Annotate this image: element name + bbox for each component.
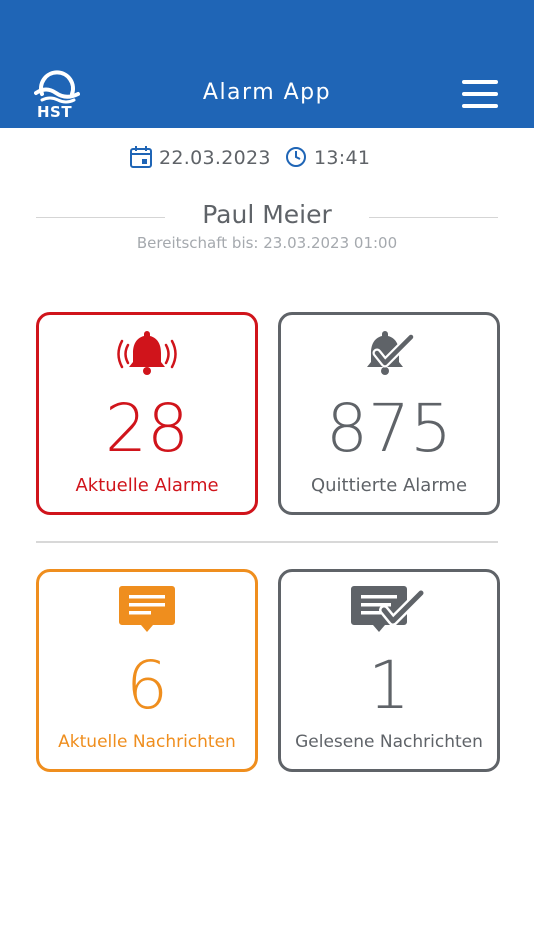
read-messages-label: Gelesene Nachrichten bbox=[295, 732, 483, 752]
divider-right bbox=[369, 217, 498, 218]
current-date: 22.03.2023 bbox=[159, 147, 271, 169]
section-divider bbox=[36, 541, 498, 543]
message-check-icon bbox=[281, 584, 497, 634]
date-time-row: 22.03.2023 13:41 bbox=[0, 144, 534, 174]
acknowledged-alarms-count: 875 bbox=[326, 390, 452, 467]
acknowledged-alarms-card[interactable]: 875 Quittierte Alarme bbox=[278, 312, 500, 515]
current-alarms-label: Aktuelle Alarme bbox=[75, 475, 219, 496]
app-title: Alarm App bbox=[202, 80, 332, 105]
hamburger-menu-icon[interactable] bbox=[460, 78, 500, 110]
current-messages-count: 6 bbox=[126, 647, 168, 724]
calendar-icon bbox=[129, 145, 153, 173]
current-alarms-card[interactable]: 28 Aktuelle Alarme bbox=[36, 312, 258, 515]
current-time: 13:41 bbox=[314, 147, 371, 169]
read-messages-count: 1 bbox=[368, 647, 410, 724]
user-name: Paul Meier bbox=[202, 200, 332, 229]
current-messages-card[interactable]: 6 Aktuelle Nachrichten bbox=[36, 569, 258, 772]
clock-icon bbox=[285, 146, 307, 172]
current-messages-label: Aktuelle Nachrichten bbox=[58, 732, 236, 752]
message-icon bbox=[39, 584, 255, 634]
standby-info: Bereitschaft bis: 23.03.2023 01:00 bbox=[136, 234, 398, 252]
read-messages-card[interactable]: 1 Gelesene Nachrichten bbox=[278, 569, 500, 772]
bell-check-icon bbox=[281, 327, 497, 377]
acknowledged-alarms-label: Quittierte Alarme bbox=[310, 475, 468, 496]
current-alarms-count: 28 bbox=[105, 390, 189, 467]
logo-text: HST bbox=[37, 103, 73, 121]
ringing-bell-icon bbox=[39, 327, 255, 377]
app-header: HST Alarm App bbox=[0, 0, 534, 128]
